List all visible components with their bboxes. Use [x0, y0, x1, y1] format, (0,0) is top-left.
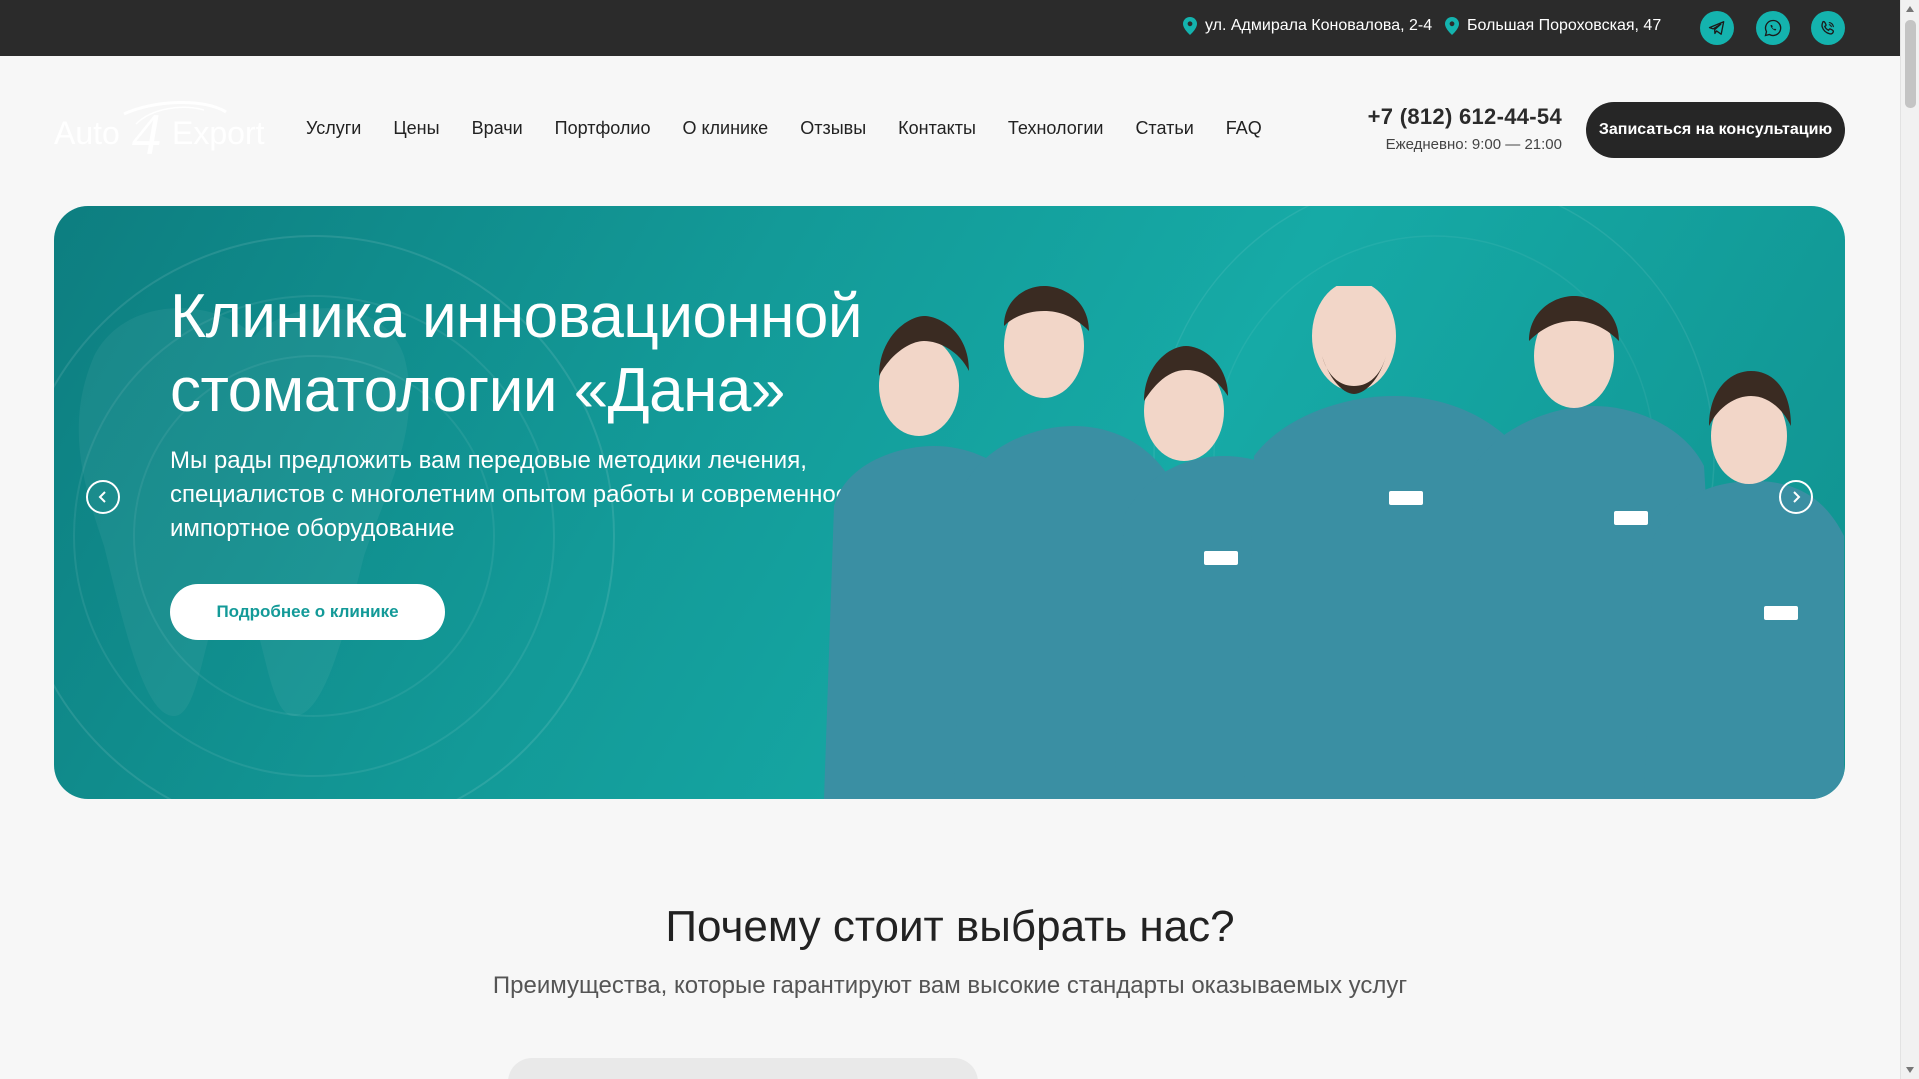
contact-phone-block: +7 (812) 612-44-54 Ежедневно: 9:00 — 21:…: [1368, 104, 1562, 153]
top-bar: ул. Адмирала Коновалова, 2-4 Большая Пор…: [0, 0, 1900, 56]
why-us-subtitle: Преимущества, которые гарантируют вам вы…: [492, 972, 1408, 999]
scroll-up-arrow[interactable]: [1906, 6, 1914, 12]
phone-number[interactable]: +7 (812) 612-44-54: [1368, 104, 1562, 130]
nav-item-services[interactable]: Услуги: [306, 118, 361, 139]
address-1[interactable]: ул. Адмирала Коновалова, 2-4: [1183, 17, 1432, 35]
why-us-title: Почему стоит выбрать нас?: [665, 902, 1235, 951]
site-header: Auto 4 Export Услуги Цены Врачи Портфоли…: [0, 56, 1900, 206]
location-pin-icon: [1445, 17, 1459, 35]
nav-item-about[interactable]: О клинике: [682, 118, 768, 139]
slider-next-button[interactable]: [1779, 480, 1813, 514]
scrollbar-thumb[interactable]: [1905, 20, 1916, 108]
hero-slider: Клиника инновационной стоматологии «Дана…: [54, 206, 1845, 799]
viber-button[interactable]: [1811, 11, 1845, 45]
about-clinic-button[interactable]: Подробнее о клинике: [170, 584, 445, 640]
nav-item-reviews[interactable]: Отзывы: [800, 118, 866, 139]
nav-item-articles[interactable]: Статьи: [1135, 118, 1193, 139]
nav-item-doctors[interactable]: Врачи: [472, 118, 523, 139]
advantage-card-image: [508, 1058, 978, 1079]
hero-title-line-2: стоматологии «Дана»: [170, 356, 785, 425]
site-logo[interactable]: Auto 4 Export: [54, 98, 269, 166]
nav-item-contacts[interactable]: Контакты: [898, 118, 976, 139]
telegram-button[interactable]: [1700, 11, 1734, 45]
location-pin-icon: [1183, 17, 1197, 35]
whatsapp-icon: [1764, 19, 1782, 37]
slider-prev-button[interactable]: [86, 480, 120, 514]
hero-description: Мы рады предложить вам передовые методик…: [170, 447, 850, 542]
whatsapp-button[interactable]: [1756, 11, 1790, 45]
main-nav: Услуги Цены Врачи Портфолио О клинике От…: [306, 118, 1262, 139]
address-2-text: Большая Пороховская, 47: [1467, 17, 1662, 34]
working-hours: Ежедневно: 9:00 — 21:00: [1385, 136, 1562, 153]
page-scrollbar[interactable]: [1900, 0, 1919, 1079]
book-consultation-button[interactable]: Записаться на консультацию: [1586, 102, 1845, 158]
nav-item-portfolio[interactable]: Портфолио: [555, 118, 651, 139]
logo-word-auto: Auto: [54, 115, 120, 151]
nav-item-faq[interactable]: FAQ: [1226, 118, 1262, 139]
logo-digit: 4: [132, 102, 161, 166]
viber-icon: [1821, 20, 1835, 35]
nav-item-prices[interactable]: Цены: [393, 118, 439, 139]
nav-item-technologies[interactable]: Технологии: [1008, 118, 1104, 139]
page: ул. Адмирала Коновалова, 2-4 Большая Пор…: [0, 0, 1919, 1079]
doctors-team-photo: [824, 286, 1844, 799]
logo-word-export: Export: [172, 115, 265, 151]
address-1-text: ул. Адмирала Коновалова, 2-4: [1205, 17, 1433, 34]
scroll-down-arrow[interactable]: [1906, 1067, 1914, 1073]
chevron-left-icon: [98, 491, 106, 503]
address-2[interactable]: Большая Пороховская, 47: [1445, 17, 1661, 35]
hero-title-line-1: Клиника инновационной: [170, 282, 863, 351]
chevron-right-icon: [1793, 491, 1801, 503]
telegram-icon: [1708, 21, 1725, 35]
